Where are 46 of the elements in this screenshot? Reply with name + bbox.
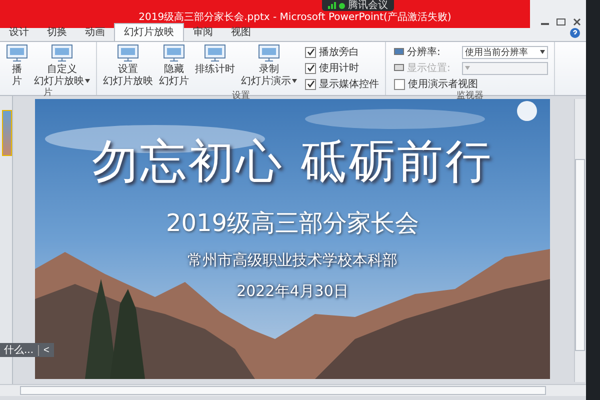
caret-icon[interactable]: [540, 50, 545, 54]
popup-text: 什么...: [3, 344, 35, 357]
presentation-screen-icon: [258, 44, 280, 62]
slide-subtitle: 2019级高三部分家长会: [166, 208, 420, 239]
presentation-screen-icon: [117, 44, 139, 62]
date-text: 2022年4月30日: [236, 282, 348, 301]
collapse-button[interactable]: <: [38, 344, 54, 356]
caret-icon[interactable]: [292, 79, 297, 84]
slide-thumbnail[interactable]: [2, 110, 12, 156]
ribbon-tab[interactable]: 审阅: [184, 24, 222, 41]
signal-icon: [328, 2, 336, 9]
group-label: 监视器: [456, 91, 484, 102]
slide-title: 勿忘初心 砥砺前行: [92, 133, 493, 190]
presentation-screen-icon: [163, 44, 185, 62]
field-label: 显示位置:: [407, 62, 452, 75]
caret-icon[interactable]: [85, 79, 90, 84]
horizontal-scrollbar[interactable]: [0, 384, 586, 396]
ribbon-tab[interactable]: 设计: [0, 24, 38, 41]
ribbon-button[interactable]: 设置 幻灯片放映: [101, 42, 155, 91]
dropdown-field[interactable]: 使用当前分辨率: [462, 46, 548, 58]
window-title: 2019级高三部分家长会.pptx - Microsoft PowerPoint(产品激活失败): [138, 10, 452, 24]
help-icon[interactable]: [570, 28, 580, 38]
field-label: 分辨率:: [407, 46, 442, 59]
ribbon-tab[interactable]: 动画: [76, 24, 114, 41]
ribbon-button[interactable]: 隐藏 幻灯片: [157, 42, 191, 91]
ribbon-tab[interactable]: 切换: [38, 24, 76, 41]
checkbox-option[interactable]: 显示媒体控件: [305, 77, 379, 91]
ribbon-button[interactable]: 录制 幻灯片演示: [239, 42, 299, 91]
presentation-screen-icon: [6, 44, 28, 62]
presentation-screen-icon: [51, 44, 73, 62]
ribbon-tab[interactable]: 幻灯片放映: [114, 23, 184, 41]
ribbon-button[interactable]: 排练计时: [193, 42, 237, 91]
vertical-scrollbar[interactable]: [574, 99, 585, 382]
restore-icon[interactable]: [556, 18, 566, 26]
presentation-screen-icon: [204, 44, 226, 62]
checkbox-option[interactable]: 使用演示者视图: [394, 77, 548, 91]
checkbox-option[interactable]: 使用计时: [305, 61, 379, 75]
close-icon[interactable]: [572, 18, 582, 26]
ribbon-button[interactable]: 播 片: [4, 42, 30, 88]
checkbox-option[interactable]: 播放旁白: [305, 45, 379, 59]
status-dot-icon: [339, 2, 345, 8]
group-label: 片: [42, 88, 54, 99]
ribbon-tab[interactable]: 视图: [222, 24, 260, 41]
ribbon-button[interactable]: 自定义 幻灯片放映: [32, 42, 92, 88]
organization-text: 常州市高级职业技术学校本科部: [188, 251, 398, 270]
group-label: 设置: [231, 91, 251, 102]
